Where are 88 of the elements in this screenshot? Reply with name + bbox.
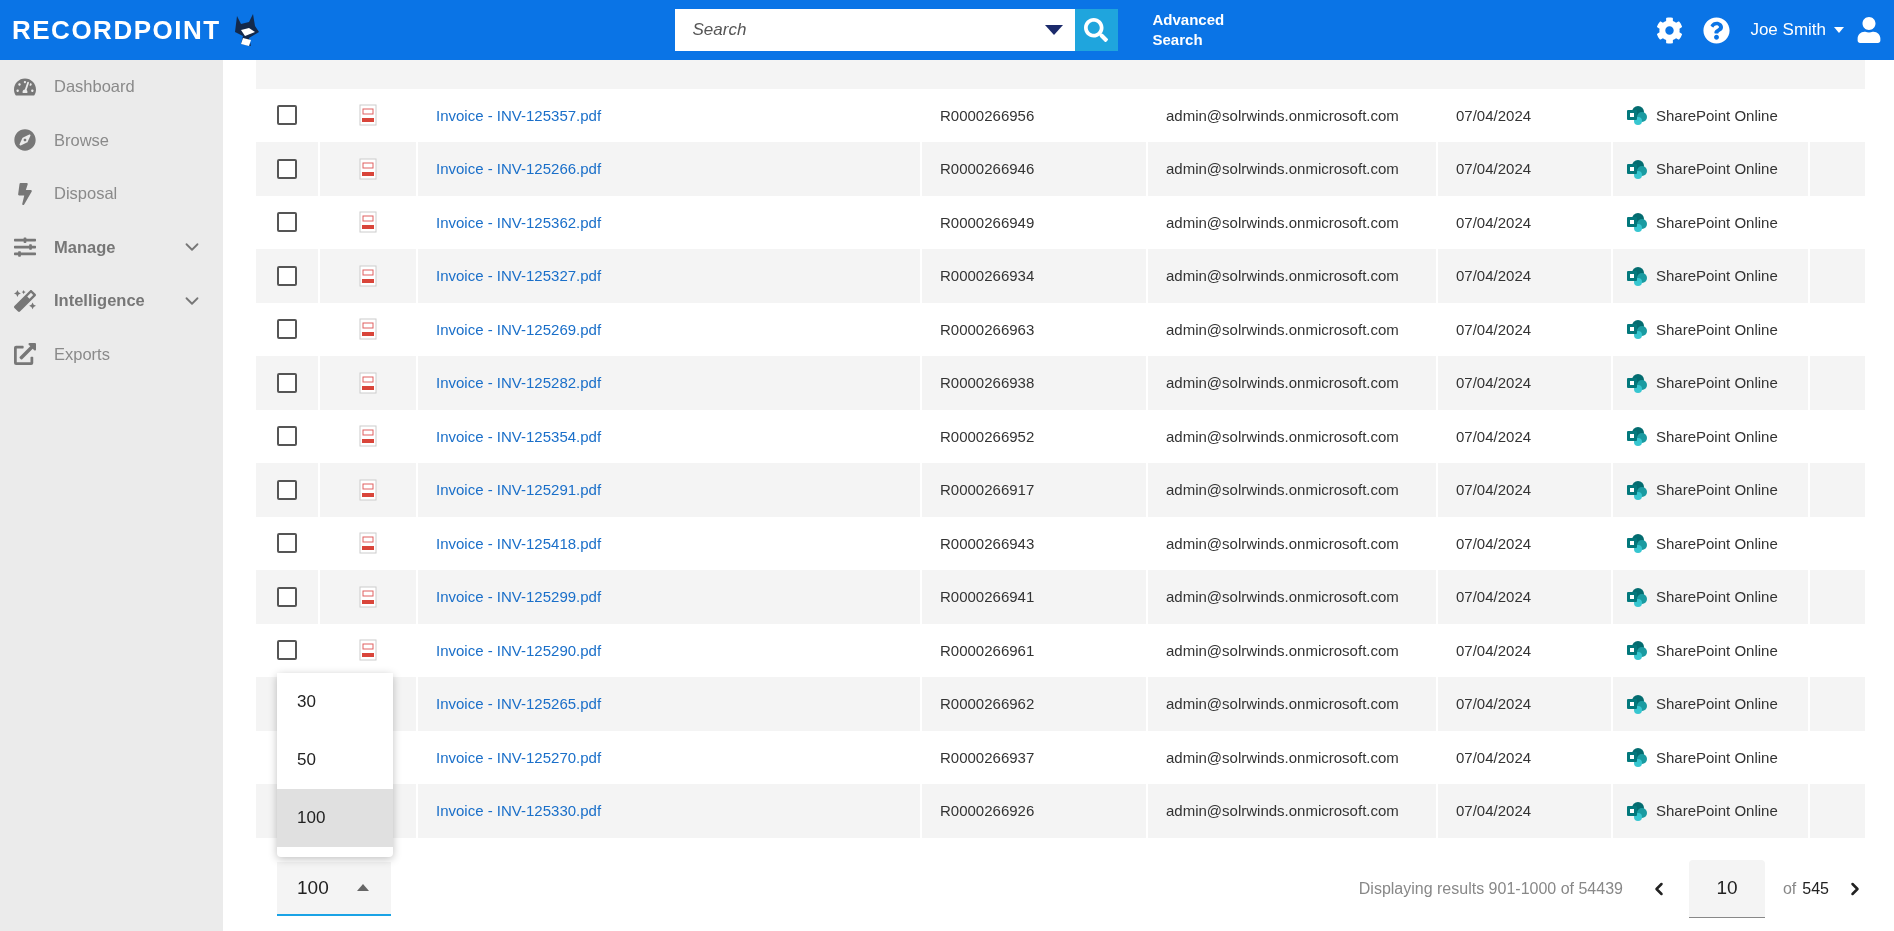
logo-text: RECORDPOINT [12, 14, 221, 46]
sidebar-item[interactable]: Browse [0, 113, 223, 167]
source-text: SharePoint Online [1656, 427, 1778, 445]
sidebar-item[interactable]: Exports [0, 327, 223, 381]
author-email: admin@solrwinds.onmicrosoft.com [1166, 427, 1399, 445]
file-name-link[interactable]: Invoice - INV-125270.pdf [436, 748, 602, 766]
author-email: admin@solrwinds.onmicrosoft.com [1166, 802, 1399, 820]
file-name-link[interactable]: Invoice - INV-125269.pdf [436, 320, 602, 338]
file-name-link[interactable]: Invoice - INV-125418.pdf [436, 534, 602, 552]
date-text: 07/04/2024 [1456, 748, 1532, 766]
date-text: 07/04/2024 [1456, 481, 1532, 499]
source-text: SharePoint Online [1656, 213, 1778, 231]
author-email: admin@solrwinds.onmicrosoft.com [1166, 160, 1399, 178]
record-id: R0000266938 [940, 374, 1035, 392]
record-id: R0000266963 [940, 320, 1035, 338]
record-id: R0000266946 [940, 160, 1035, 178]
record-id: R0000266962 [940, 695, 1035, 713]
page-size-option[interactable]: 30 [277, 672, 393, 731]
source-text: SharePoint Online [1656, 534, 1778, 552]
sidebar-item[interactable]: Intelligence [0, 274, 223, 328]
date-text: 07/04/2024 [1456, 641, 1532, 659]
author-email: admin@solrwinds.onmicrosoft.com [1166, 748, 1399, 766]
file-name-link[interactable]: Invoice - INV-125290.pdf [436, 641, 602, 659]
author-email: admin@solrwinds.onmicrosoft.com [1166, 320, 1399, 338]
total-pages: 545 [1802, 879, 1829, 898]
page-number-field[interactable]: 10 [1688, 859, 1765, 918]
advanced-search-link[interactable]: Advanced Search [1152, 10, 1243, 50]
record-id: R0000266961 [940, 641, 1035, 659]
user-menu-button[interactable]: Joe Smith [1750, 20, 1844, 40]
record-id: R0000266937 [940, 748, 1035, 766]
source-text: SharePoint Online [1656, 481, 1778, 499]
record-id: R0000266949 [940, 213, 1035, 231]
record-id: R0000266926 [940, 802, 1035, 820]
page-size-option[interactable]: 100 [277, 788, 393, 847]
file-name-link[interactable]: Invoice - INV-125299.pdf [436, 588, 602, 606]
source-text: SharePoint Online [1656, 320, 1778, 338]
record-id: R0000266934 [940, 267, 1035, 285]
record-id: R0000266917 [940, 481, 1035, 499]
author-email: admin@solrwinds.onmicrosoft.com [1166, 374, 1399, 392]
file-name-link[interactable]: Invoice - INV-125291.pdf [436, 481, 602, 499]
date-text: 07/04/2024 [1456, 160, 1532, 178]
source-text: SharePoint Online [1656, 641, 1778, 659]
date-text: 07/04/2024 [1456, 213, 1532, 231]
date-text: 07/04/2024 [1456, 267, 1532, 285]
record-id: R0000266956 [940, 106, 1035, 124]
date-text: 07/04/2024 [1456, 320, 1532, 338]
author-email: admin@solrwinds.onmicrosoft.com [1166, 267, 1399, 285]
file-name-link[interactable]: Invoice - INV-125362.pdf [436, 213, 602, 231]
record-id: R0000266943 [940, 534, 1035, 552]
file-name-link[interactable]: Invoice - INV-125327.pdf [436, 267, 602, 285]
file-name-link[interactable]: Invoice - INV-125282.pdf [436, 374, 602, 392]
sidebar-item[interactable]: Manage [0, 220, 223, 274]
date-text: 07/04/2024 [1456, 588, 1532, 606]
of-label: of [1782, 879, 1797, 898]
file-name-link[interactable]: Invoice - INV-125330.pdf [436, 802, 602, 820]
date-text: 07/04/2024 [1456, 534, 1532, 552]
sidebar-item[interactable]: Disposal [0, 167, 223, 221]
source-text: SharePoint Online [1656, 695, 1778, 713]
record-id: R0000266952 [940, 427, 1035, 445]
results-count: Displaying results 901-1000 of 54439 [1358, 879, 1623, 898]
search-field[interactable]: Search [674, 9, 1075, 51]
source-text: SharePoint Online [1656, 748, 1778, 766]
author-email: admin@solrwinds.onmicrosoft.com [1166, 106, 1399, 124]
page-size-option[interactable]: 50 [277, 730, 393, 789]
author-email: admin@solrwinds.onmicrosoft.com [1166, 481, 1399, 499]
author-email: admin@solrwinds.onmicrosoft.com [1166, 213, 1399, 231]
date-text: 07/04/2024 [1456, 427, 1532, 445]
file-name-link[interactable]: Invoice - INV-125265.pdf [436, 695, 602, 713]
file-name-link[interactable]: Invoice - INV-125266.pdf [436, 160, 602, 178]
source-text: SharePoint Online [1656, 374, 1778, 392]
source-text: SharePoint Online [1656, 802, 1778, 820]
sidebar-item[interactable]: Dashboard [0, 60, 223, 114]
source-text: SharePoint Online [1656, 106, 1778, 124]
author-email: admin@solrwinds.onmicrosoft.com [1166, 695, 1399, 713]
author-email: admin@solrwinds.onmicrosoft.com [1166, 534, 1399, 552]
page-size-select[interactable]: 100 [277, 861, 391, 916]
record-id: R0000266941 [940, 588, 1035, 606]
source-text: SharePoint Online [1656, 267, 1778, 285]
author-email: admin@solrwinds.onmicrosoft.com [1166, 588, 1399, 606]
date-text: 07/04/2024 [1456, 374, 1532, 392]
author-email: admin@solrwinds.onmicrosoft.com [1166, 641, 1399, 659]
date-text: 07/04/2024 [1456, 802, 1532, 820]
file-name-link[interactable]: Invoice - INV-125357.pdf [436, 106, 602, 124]
date-text: 07/04/2024 [1456, 106, 1532, 124]
file-name-link[interactable]: Invoice - INV-125354.pdf [436, 427, 602, 445]
source-text: SharePoint Online [1656, 588, 1778, 606]
date-text: 07/04/2024 [1456, 695, 1532, 713]
source-text: SharePoint Online [1656, 160, 1778, 178]
